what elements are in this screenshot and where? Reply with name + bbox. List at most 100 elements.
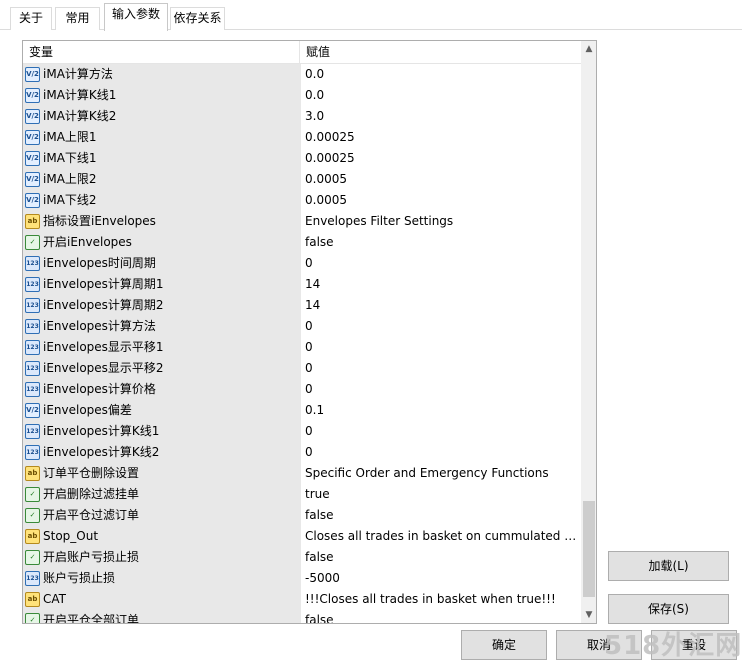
table-row[interactable]: iMA上限2 V/2 0.0005: [23, 169, 581, 190]
table-row[interactable]: CAT ab !!!Closes all trades in basket when…: [23, 589, 581, 610]
tab-input-params[interactable]: 输入参数: [104, 3, 168, 31]
table-row[interactable]: iMA下线1 V/2 0.00025: [23, 148, 581, 169]
parameter-name: iMA计算K线2: [23, 106, 300, 127]
dbl-type-icon: V/2: [25, 88, 40, 103]
parameter-value[interactable]: 14: [300, 274, 581, 295]
tab-bar: 关于 常用 输入参数 依存关系: [0, 0, 742, 31]
bool-type-icon: ✓: [25, 613, 40, 623]
table-row[interactable]: 开启删除过滤挂单 ✓ true: [23, 484, 581, 505]
table-row[interactable]: iEnvelopes计算K线2 123 0: [23, 442, 581, 463]
parameter-value[interactable]: 0.00025: [300, 148, 581, 169]
table-row[interactable]: iEnvelopes偏差 V/2 0.1: [23, 400, 581, 421]
table-row[interactable]: iEnvelopes时间周期 123 0: [23, 253, 581, 274]
vertical-scrollbar[interactable]: ▲ ▼: [581, 41, 596, 623]
parameter-value[interactable]: 3.0: [300, 106, 581, 127]
table-row[interactable]: 开启平仓过滤订单 ✓ false: [23, 505, 581, 526]
load-button[interactable]: 加载(L): [608, 551, 729, 581]
table-row[interactable]: 指标设置iEnvelopes ab Envelopes Filter Setting…: [23, 211, 581, 232]
parameter-value[interactable]: 0.1: [300, 400, 581, 421]
parameter-name: iMA下线1: [23, 148, 300, 169]
input-parameters-grid[interactable]: 变量 赋值 iMA计算方法 V/2 0.0 iMA计算K线1 V/2 0.0 iMA计算K线…: [22, 40, 597, 624]
dbl-type-icon: V/2: [25, 403, 40, 418]
parameter-value[interactable]: false: [300, 232, 581, 253]
dbl-type-icon: V/2: [25, 193, 40, 208]
table-row[interactable]: iEnvelopes计算方法 123 0: [23, 316, 581, 337]
parameter-value[interactable]: Closes all trades in basket on cummulate…: [300, 526, 581, 547]
int-type-icon: 123: [25, 319, 40, 334]
parameter-name: iEnvelopes时间周期: [23, 253, 300, 274]
table-row[interactable]: iEnvelopes计算价格 123 0: [23, 379, 581, 400]
table-row[interactable]: Stop_Out ab Closes all trades in basket on…: [23, 526, 581, 547]
dbl-type-icon: V/2: [25, 67, 40, 82]
parameter-name: 开启平仓全部订单: [23, 610, 300, 623]
parameter-value[interactable]: !!!Closes all trades in basket when true…: [300, 589, 581, 610]
parameter-value[interactable]: 0: [300, 379, 581, 400]
parameter-value[interactable]: 0: [300, 358, 581, 379]
column-header-value[interactable]: 赋值: [300, 41, 581, 63]
parameter-name: Stop_Out: [23, 526, 300, 547]
table-row[interactable]: 账户亏损止损 123 -5000: [23, 568, 581, 589]
parameter-value[interactable]: 0: [300, 253, 581, 274]
parameter-value[interactable]: true: [300, 484, 581, 505]
column-header-variable[interactable]: 变量: [23, 41, 300, 63]
table-row[interactable]: 订单平仓删除设置 ab Specific Order and Emergency F…: [23, 463, 581, 484]
table-row[interactable]: iMA上限1 V/2 0.00025: [23, 127, 581, 148]
parameter-value[interactable]: false: [300, 547, 581, 568]
parameter-value[interactable]: 0: [300, 421, 581, 442]
bool-type-icon: ✓: [25, 235, 40, 250]
scroll-thumb[interactable]: [583, 501, 595, 597]
parameter-value[interactable]: false: [300, 610, 581, 623]
parameter-name: iEnvelopes计算周期2: [23, 295, 300, 316]
parameter-value[interactable]: 0.0: [300, 85, 581, 106]
save-button[interactable]: 保存(S): [608, 594, 729, 624]
parameter-name: iEnvelopes显示平移2: [23, 358, 300, 379]
parameter-value[interactable]: Specific Order and Emergency Functions: [300, 463, 581, 484]
table-row[interactable]: iEnvelopes计算周期2 123 14: [23, 295, 581, 316]
table-row[interactable]: iEnvelopes计算K线1 123 0: [23, 421, 581, 442]
int-type-icon: 123: [25, 298, 40, 313]
int-type-icon: 123: [25, 340, 40, 355]
int-type-icon: 123: [25, 445, 40, 460]
parameter-value[interactable]: 0.00025: [300, 127, 581, 148]
table-row[interactable]: iMA计算K线1 V/2 0.0: [23, 85, 581, 106]
parameter-value[interactable]: 0.0005: [300, 190, 581, 211]
table-row[interactable]: iMA计算K线2 V/2 3.0: [23, 106, 581, 127]
parameter-value[interactable]: 0: [300, 337, 581, 358]
str-type-icon: ab: [25, 529, 40, 544]
grid-header: 变量 赋值: [23, 41, 581, 64]
table-row[interactable]: 开启平仓全部订单 ✓ false: [23, 610, 581, 623]
parameter-value[interactable]: 0: [300, 316, 581, 337]
tab-common[interactable]: 常用: [55, 7, 100, 30]
table-row[interactable]: 开启账户亏损止损 ✓ false: [23, 547, 581, 568]
tab-dependencies[interactable]: 依存关系: [170, 7, 225, 30]
bool-type-icon: ✓: [25, 487, 40, 502]
parameter-name: CAT: [23, 589, 300, 610]
parameter-name: iEnvelopes计算周期1: [23, 274, 300, 295]
parameter-name: 指标设置iEnvelopes: [23, 211, 300, 232]
table-row[interactable]: iEnvelopes显示平移2 123 0: [23, 358, 581, 379]
dbl-type-icon: V/2: [25, 151, 40, 166]
int-type-icon: 123: [25, 361, 40, 376]
table-row[interactable]: iEnvelopes显示平移1 123 0: [23, 337, 581, 358]
parameter-name: iEnvelopes偏差: [23, 400, 300, 421]
parameter-value[interactable]: 0: [300, 442, 581, 463]
scroll-up-icon[interactable]: ▲: [581, 41, 596, 58]
ok-button[interactable]: 确定: [461, 630, 547, 660]
parameter-name: 开启删除过滤挂单: [23, 484, 300, 505]
parameter-name: 开启iEnvelopes: [23, 232, 300, 253]
parameter-value[interactable]: Envelopes Filter Settings: [300, 211, 581, 232]
parameter-value[interactable]: 0.0005: [300, 169, 581, 190]
table-row[interactable]: iEnvelopes计算周期1 123 14: [23, 274, 581, 295]
parameter-name: 订单平仓删除设置: [23, 463, 300, 484]
parameter-value[interactable]: false: [300, 505, 581, 526]
table-row[interactable]: iMA下线2 V/2 0.0005: [23, 190, 581, 211]
parameter-value[interactable]: 0.0: [300, 64, 581, 85]
parameter-value[interactable]: -5000: [300, 568, 581, 589]
table-row[interactable]: iMA计算方法 V/2 0.0: [23, 64, 581, 85]
table-row[interactable]: 开启iEnvelopes ✓ false: [23, 232, 581, 253]
bool-type-icon: ✓: [25, 508, 40, 523]
scroll-down-icon[interactable]: ▼: [581, 607, 596, 623]
str-type-icon: ab: [25, 592, 40, 607]
parameter-value[interactable]: 14: [300, 295, 581, 316]
tab-about[interactable]: 关于: [10, 7, 52, 30]
